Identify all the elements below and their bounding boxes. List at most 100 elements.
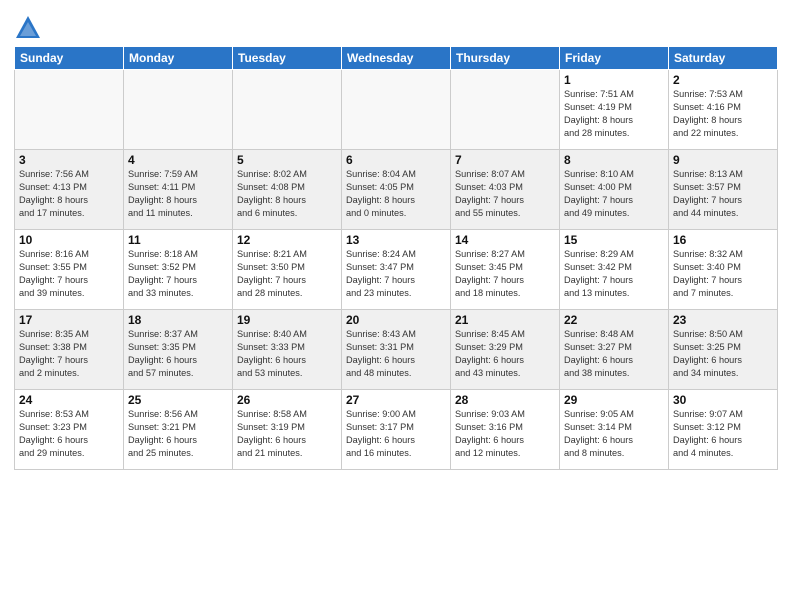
day-number: 15: [564, 233, 664, 247]
calendar-cell: 29Sunrise: 9:05 AM Sunset: 3:14 PM Dayli…: [560, 390, 669, 470]
day-number: 12: [237, 233, 337, 247]
day-info: Sunrise: 8:45 AM Sunset: 3:29 PM Dayligh…: [455, 328, 555, 380]
day-info: Sunrise: 9:00 AM Sunset: 3:17 PM Dayligh…: [346, 408, 446, 460]
day-number: 8: [564, 153, 664, 167]
calendar-cell: 16Sunrise: 8:32 AM Sunset: 3:40 PM Dayli…: [669, 230, 778, 310]
calendar-cell: 8Sunrise: 8:10 AM Sunset: 4:00 PM Daylig…: [560, 150, 669, 230]
day-number: 29: [564, 393, 664, 407]
weekday-header-thursday: Thursday: [451, 47, 560, 70]
calendar-cell: 30Sunrise: 9:07 AM Sunset: 3:12 PM Dayli…: [669, 390, 778, 470]
weekday-header-tuesday: Tuesday: [233, 47, 342, 70]
weekday-header-sunday: Sunday: [15, 47, 124, 70]
day-number: 14: [455, 233, 555, 247]
day-info: Sunrise: 8:56 AM Sunset: 3:21 PM Dayligh…: [128, 408, 228, 460]
day-info: Sunrise: 8:29 AM Sunset: 3:42 PM Dayligh…: [564, 248, 664, 300]
calendar-week-3: 10Sunrise: 8:16 AM Sunset: 3:55 PM Dayli…: [15, 230, 778, 310]
day-number: 11: [128, 233, 228, 247]
day-info: Sunrise: 8:02 AM Sunset: 4:08 PM Dayligh…: [237, 168, 337, 220]
calendar-cell: 9Sunrise: 8:13 AM Sunset: 3:57 PM Daylig…: [669, 150, 778, 230]
calendar-cell: [451, 70, 560, 150]
day-number: 25: [128, 393, 228, 407]
calendar-cell: 19Sunrise: 8:40 AM Sunset: 3:33 PM Dayli…: [233, 310, 342, 390]
calendar-cell: 24Sunrise: 8:53 AM Sunset: 3:23 PM Dayli…: [15, 390, 124, 470]
calendar-cell: 7Sunrise: 8:07 AM Sunset: 4:03 PM Daylig…: [451, 150, 560, 230]
calendar-cell: 22Sunrise: 8:48 AM Sunset: 3:27 PM Dayli…: [560, 310, 669, 390]
day-number: 4: [128, 153, 228, 167]
calendar-cell: 11Sunrise: 8:18 AM Sunset: 3:52 PM Dayli…: [124, 230, 233, 310]
calendar-cell: [342, 70, 451, 150]
calendar-cell: 14Sunrise: 8:27 AM Sunset: 3:45 PM Dayli…: [451, 230, 560, 310]
day-number: 3: [19, 153, 119, 167]
calendar-cell: 3Sunrise: 7:56 AM Sunset: 4:13 PM Daylig…: [15, 150, 124, 230]
day-number: 9: [673, 153, 773, 167]
day-info: Sunrise: 8:24 AM Sunset: 3:47 PM Dayligh…: [346, 248, 446, 300]
day-number: 28: [455, 393, 555, 407]
day-info: Sunrise: 7:56 AM Sunset: 4:13 PM Dayligh…: [19, 168, 119, 220]
day-info: Sunrise: 8:32 AM Sunset: 3:40 PM Dayligh…: [673, 248, 773, 300]
day-number: 5: [237, 153, 337, 167]
day-number: 21: [455, 313, 555, 327]
day-info: Sunrise: 7:59 AM Sunset: 4:11 PM Dayligh…: [128, 168, 228, 220]
header: [14, 10, 778, 42]
calendar-cell: 10Sunrise: 8:16 AM Sunset: 3:55 PM Dayli…: [15, 230, 124, 310]
day-info: Sunrise: 9:07 AM Sunset: 3:12 PM Dayligh…: [673, 408, 773, 460]
calendar-cell: 27Sunrise: 9:00 AM Sunset: 3:17 PM Dayli…: [342, 390, 451, 470]
calendar-cell: [233, 70, 342, 150]
calendar-cell: 1Sunrise: 7:51 AM Sunset: 4:19 PM Daylig…: [560, 70, 669, 150]
day-number: 17: [19, 313, 119, 327]
day-number: 2: [673, 73, 773, 87]
calendar-cell: 26Sunrise: 8:58 AM Sunset: 3:19 PM Dayli…: [233, 390, 342, 470]
calendar-cell: 12Sunrise: 8:21 AM Sunset: 3:50 PM Dayli…: [233, 230, 342, 310]
day-number: 18: [128, 313, 228, 327]
calendar-cell: 15Sunrise: 8:29 AM Sunset: 3:42 PM Dayli…: [560, 230, 669, 310]
day-info: Sunrise: 8:58 AM Sunset: 3:19 PM Dayligh…: [237, 408, 337, 460]
calendar-cell: 25Sunrise: 8:56 AM Sunset: 3:21 PM Dayli…: [124, 390, 233, 470]
calendar-header-row: SundayMondayTuesdayWednesdayThursdayFrid…: [15, 47, 778, 70]
day-info: Sunrise: 8:50 AM Sunset: 3:25 PM Dayligh…: [673, 328, 773, 380]
calendar-week-4: 17Sunrise: 8:35 AM Sunset: 3:38 PM Dayli…: [15, 310, 778, 390]
calendar-cell: 17Sunrise: 8:35 AM Sunset: 3:38 PM Dayli…: [15, 310, 124, 390]
calendar-cell: 23Sunrise: 8:50 AM Sunset: 3:25 PM Dayli…: [669, 310, 778, 390]
calendar-cell: [15, 70, 124, 150]
weekday-header-friday: Friday: [560, 47, 669, 70]
day-info: Sunrise: 9:03 AM Sunset: 3:16 PM Dayligh…: [455, 408, 555, 460]
day-number: 7: [455, 153, 555, 167]
day-info: Sunrise: 8:16 AM Sunset: 3:55 PM Dayligh…: [19, 248, 119, 300]
day-number: 16: [673, 233, 773, 247]
calendar-cell: 4Sunrise: 7:59 AM Sunset: 4:11 PM Daylig…: [124, 150, 233, 230]
calendar-cell: 6Sunrise: 8:04 AM Sunset: 4:05 PM Daylig…: [342, 150, 451, 230]
day-info: Sunrise: 8:35 AM Sunset: 3:38 PM Dayligh…: [19, 328, 119, 380]
calendar-cell: 21Sunrise: 8:45 AM Sunset: 3:29 PM Dayli…: [451, 310, 560, 390]
day-info: Sunrise: 8:40 AM Sunset: 3:33 PM Dayligh…: [237, 328, 337, 380]
day-info: Sunrise: 8:21 AM Sunset: 3:50 PM Dayligh…: [237, 248, 337, 300]
logo: [14, 14, 46, 42]
logo-icon: [14, 14, 42, 42]
calendar-week-5: 24Sunrise: 8:53 AM Sunset: 3:23 PM Dayli…: [15, 390, 778, 470]
day-number: 30: [673, 393, 773, 407]
calendar-week-2: 3Sunrise: 7:56 AM Sunset: 4:13 PM Daylig…: [15, 150, 778, 230]
day-info: Sunrise: 8:07 AM Sunset: 4:03 PM Dayligh…: [455, 168, 555, 220]
day-info: Sunrise: 8:10 AM Sunset: 4:00 PM Dayligh…: [564, 168, 664, 220]
day-info: Sunrise: 8:48 AM Sunset: 3:27 PM Dayligh…: [564, 328, 664, 380]
day-info: Sunrise: 8:18 AM Sunset: 3:52 PM Dayligh…: [128, 248, 228, 300]
calendar-cell: 13Sunrise: 8:24 AM Sunset: 3:47 PM Dayli…: [342, 230, 451, 310]
page: SundayMondayTuesdayWednesdayThursdayFrid…: [0, 0, 792, 612]
day-number: 10: [19, 233, 119, 247]
day-number: 13: [346, 233, 446, 247]
day-number: 20: [346, 313, 446, 327]
day-number: 27: [346, 393, 446, 407]
day-info: Sunrise: 7:51 AM Sunset: 4:19 PM Dayligh…: [564, 88, 664, 140]
calendar-cell: 20Sunrise: 8:43 AM Sunset: 3:31 PM Dayli…: [342, 310, 451, 390]
day-number: 23: [673, 313, 773, 327]
day-info: Sunrise: 8:53 AM Sunset: 3:23 PM Dayligh…: [19, 408, 119, 460]
day-info: Sunrise: 8:43 AM Sunset: 3:31 PM Dayligh…: [346, 328, 446, 380]
day-number: 22: [564, 313, 664, 327]
day-number: 6: [346, 153, 446, 167]
day-number: 19: [237, 313, 337, 327]
day-info: Sunrise: 8:27 AM Sunset: 3:45 PM Dayligh…: [455, 248, 555, 300]
calendar-cell: 18Sunrise: 8:37 AM Sunset: 3:35 PM Dayli…: [124, 310, 233, 390]
weekday-header-monday: Monday: [124, 47, 233, 70]
calendar-cell: 5Sunrise: 8:02 AM Sunset: 4:08 PM Daylig…: [233, 150, 342, 230]
day-number: 26: [237, 393, 337, 407]
day-info: Sunrise: 8:37 AM Sunset: 3:35 PM Dayligh…: [128, 328, 228, 380]
